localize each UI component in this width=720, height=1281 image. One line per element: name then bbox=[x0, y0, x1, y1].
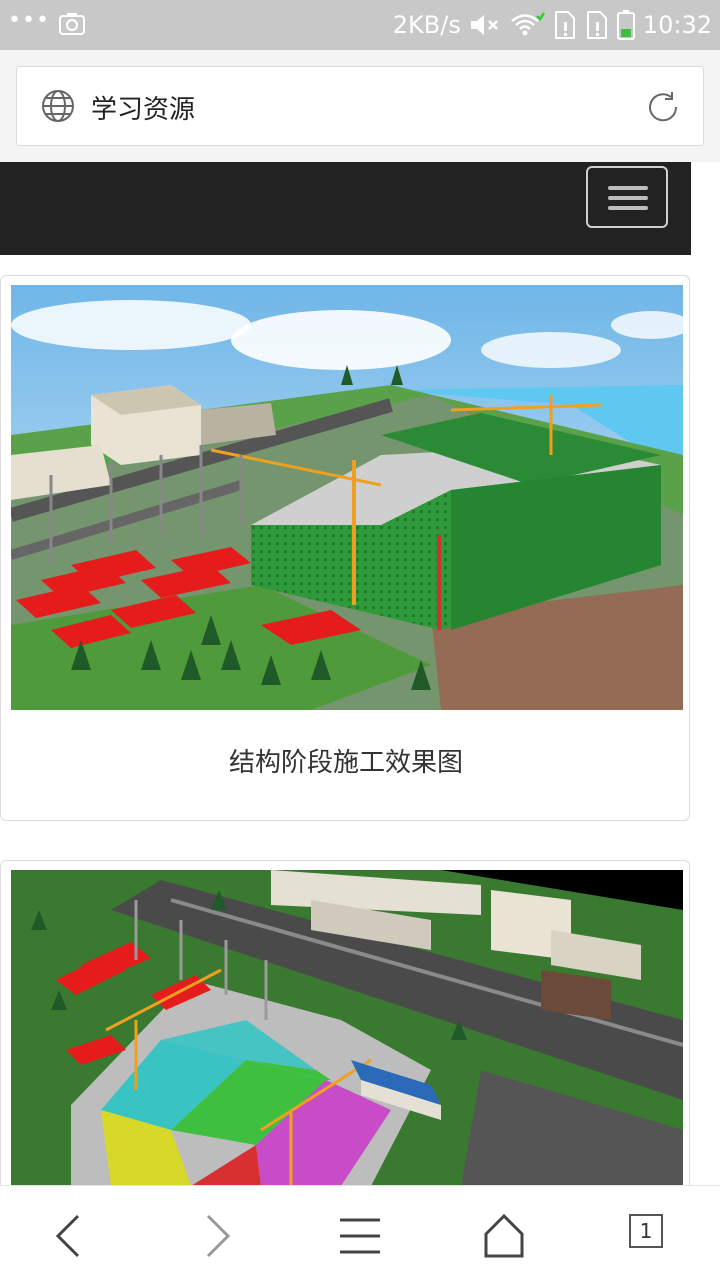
globe-icon bbox=[42, 90, 74, 122]
sim-alert-icon bbox=[586, 11, 607, 39]
back-icon[interactable] bbox=[40, 1208, 100, 1264]
tabs-button[interactable]: 1 bbox=[629, 1214, 663, 1248]
screenshot-icon bbox=[59, 13, 85, 35]
mute-icon bbox=[470, 15, 498, 35]
menu-bar-icon bbox=[608, 196, 648, 200]
gallery-card[interactable]: 结构阶段施工效果图 bbox=[0, 275, 690, 821]
menu-icon[interactable] bbox=[330, 1208, 390, 1264]
clock: 10:32 bbox=[642, 11, 712, 39]
menu-bar-icon bbox=[608, 186, 648, 190]
menu-bar-icon bbox=[608, 206, 648, 210]
sim-alert-icon bbox=[554, 11, 575, 39]
home-icon[interactable] bbox=[474, 1208, 534, 1264]
card-caption: 结构阶段施工效果图 bbox=[228, 748, 463, 778]
site-navbar bbox=[0, 162, 691, 255]
reload-icon[interactable] bbox=[645, 89, 681, 125]
browser-address-area: 学习资源 bbox=[0, 50, 720, 162]
construction-render-image bbox=[11, 285, 683, 710]
wifi-icon bbox=[511, 12, 545, 36]
construction-zone-plan-image bbox=[11, 870, 683, 1186]
forward-icon[interactable] bbox=[186, 1208, 246, 1264]
network-speed: 2KB/s bbox=[392, 11, 461, 39]
browser-toolbar bbox=[0, 1185, 720, 1281]
battery-icon bbox=[616, 10, 635, 40]
page-title: 学习资源 bbox=[91, 95, 196, 125]
more-dots-icon: ••• bbox=[8, 8, 50, 33]
status-bar: ••• 2KB/s 10:32 bbox=[0, 0, 720, 50]
address-bar[interactable]: 学习资源 bbox=[16, 66, 704, 146]
menu-toggle-button[interactable] bbox=[586, 166, 668, 228]
